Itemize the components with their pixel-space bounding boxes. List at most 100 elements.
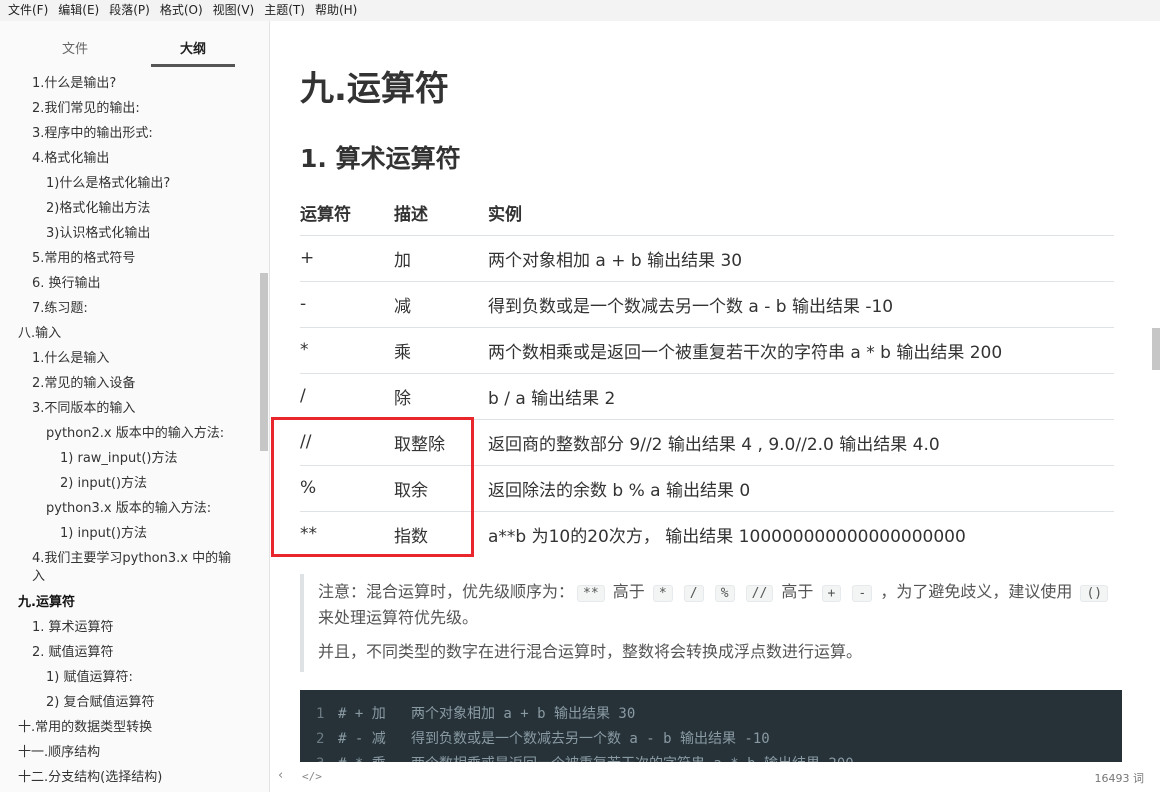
outline-item[interactable]: python2.x 版本中的输入方法:	[0, 421, 258, 446]
line-number: 2	[316, 731, 325, 747]
outline-item[interactable]: 2.我们常见的输出:	[0, 96, 258, 121]
table-cell: 两个数相乘或是返回一个被重复若干次的字符串 a * b 输出结果 200	[488, 326, 1114, 373]
table-row: * 乘两个数相乘或是返回一个被重复若干次的字符串 a * b 输出结果 200	[300, 326, 1114, 373]
note-text: 来处理运算符优先级。	[318, 608, 479, 627]
outline-item[interactable]: 2)格式化输出方法	[0, 196, 258, 221]
active-tab-indicator	[151, 64, 235, 67]
outline-item[interactable]: 6. 换行输出	[0, 271, 258, 296]
outline-item[interactable]: 1) raw_input()方法	[0, 446, 258, 471]
code-text: # + 加 两个对象相加 a + b 输出结果 30	[338, 706, 636, 722]
heading-2: 1. 算术运算符	[300, 144, 461, 173]
status-bar: ‹ </> 16493 词	[270, 762, 1160, 792]
inline-code: //	[745, 585, 774, 602]
outline-item[interactable]: 5.常用的格式符号	[0, 246, 258, 271]
line-number: 1	[316, 706, 325, 722]
outline-item[interactable]: 3.程序中的输出形式:	[0, 121, 258, 146]
menu-theme[interactable]: 主题(T)	[260, 0, 309, 21]
outline-item[interactable]: 1) input()方法	[0, 521, 258, 546]
line-number: 3	[316, 752, 338, 762]
outline-item[interactable]: python3.x 版本的输入方法:	[0, 496, 258, 521]
outline-item[interactable]: 3.不同版本的输入	[0, 396, 258, 421]
editor-content: 九.运算符 1. 算术运算符 运算符 描述 实例 + 加两个对象相加 a + b …	[270, 21, 1160, 762]
note-paragraph-2: 并且，不同类型的数字在进行混合运算时，整数将会转换成浮点数进行运算。	[318, 642, 863, 661]
table-cell: 两个对象相加 a + b 输出结果 30	[488, 234, 1114, 281]
table-row: - 减得到负数或是一个数减去另一个数 a - b 输出结果 -10	[300, 280, 1114, 327]
menu-paragraph[interactable]: 段落(P)	[105, 0, 154, 21]
table-cell: *	[300, 326, 394, 373]
code-line: 2 # - 减 得到负数或是一个数减去另一个数 a - b 输出结果 -10	[300, 727, 1122, 752]
editor-scrollbar[interactable]	[1152, 328, 1160, 370]
blockquote-note: 注意：混合运算时，优先级顺序为： ** 高于 * / % // 高于 + - ，为…	[300, 574, 1114, 672]
table-header-cell: 描述	[394, 205, 428, 226]
heading-1: 九.运算符	[300, 69, 449, 109]
note-paragraph: 注意：混合运算时，优先级顺序为： ** 高于 * / % // 高于 + - ，为…	[318, 574, 1114, 630]
table-cell: b / a 输出结果 2	[488, 372, 1114, 419]
table-header-row: 运算符 描述 实例	[300, 191, 1114, 235]
outline-item[interactable]: 1.什么是输入	[0, 346, 258, 371]
outline-item[interactable]: 八.输入	[0, 321, 258, 346]
note-text: 注意：混合运算时，优先级顺序为：	[318, 582, 575, 601]
outline-item[interactable]: 十.常用的数据类型转换	[0, 715, 258, 740]
code-line: 1 # + 加 两个对象相加 a + b 输出结果 30	[300, 702, 1122, 727]
menu-view[interactable]: 视图(V)	[209, 0, 259, 21]
outline-item[interactable]: 7.练习题:	[0, 296, 258, 321]
outline-list: 1.什么是输出? 2.我们常见的输出: 3.程序中的输出形式: 4.格式化输出 1)什么…	[0, 71, 258, 790]
inline-code: *	[652, 585, 673, 602]
table-cell: a**b 为10的20次方， 输出结果 10000000000000000000…	[488, 510, 1114, 557]
table-header-cell: 实例	[488, 205, 522, 226]
outline-item[interactable]: 2) 复合赋值运算符	[0, 690, 258, 715]
word-count[interactable]: 16493 词	[1095, 770, 1145, 786]
menu-bar: 文件(F) 编辑(E) 段落(P) 格式(O) 视图(V) 主题(T) 帮助(H…	[0, 0, 1160, 21]
table-cell: /	[300, 372, 394, 419]
source-code-icon[interactable]: </>	[302, 770, 322, 783]
table-row: + 加两个对象相加 a + b 输出结果 30	[300, 234, 1114, 281]
table-cell: 得到负数或是一个数减去另一个数 a - b 输出结果 -10	[488, 280, 1114, 327]
inline-code: %	[714, 585, 735, 602]
tab-files[interactable]: 文件	[62, 38, 88, 57]
table-cell: 返回除法的余数 b % a 输出结果 0	[488, 464, 1114, 511]
outline-item[interactable]: 4.格式化输出	[0, 146, 258, 171]
inline-code: -	[852, 585, 873, 602]
chevron-left-icon[interactable]: ‹	[278, 768, 283, 783]
note-text: 高于	[612, 582, 645, 601]
sidebar-scrollbar[interactable]	[260, 273, 268, 451]
code-block[interactable]: 1 # + 加 两个对象相加 a + b 输出结果 30 2 # - 减 得到负数或是…	[300, 690, 1122, 762]
code-text: # - 减 得到负数或是一个数减去另一个数 a - b 输出结果 -10	[338, 731, 770, 747]
outline-item[interactable]: 3)认识格式化输出	[0, 221, 258, 246]
outline-item[interactable]: 十二.分支结构(选择结构)	[0, 765, 258, 790]
sidebar: 文件 大纲 1.什么是输出? 2.我们常见的输出: 3.程序中的输出形式: 4.格式化…	[0, 21, 270, 792]
outline-item[interactable]: 十一.顺序结构	[0, 740, 258, 765]
table-cell: 除	[394, 372, 488, 419]
outline-item[interactable]: 1.什么是输出?	[0, 71, 258, 96]
inline-code: ()	[1080, 585, 1109, 602]
code-line: 3# * 乘 两个数相乘或是返回一个被重复若干次的字符串 a * b 输出结果 …	[300, 752, 1122, 762]
sidebar-tabs: 文件 大纲	[0, 21, 269, 69]
table-cell: 加	[394, 234, 488, 281]
menu-format[interactable]: 格式(O)	[156, 0, 207, 21]
menu-file[interactable]: 文件(F)	[4, 0, 52, 21]
inline-code: **	[577, 585, 605, 602]
table-cell: 返回商的整数部分 9//2 输出结果 4 , 9.0//2.0 输出结果 4.0	[488, 418, 1114, 465]
note-text: 高于	[781, 582, 814, 601]
table-row: / 除 b / a 输出结果 2	[300, 372, 1114, 419]
outline-item[interactable]: 1. 算术运算符	[0, 615, 258, 640]
table-cell: 乘	[394, 326, 488, 373]
inline-code: /	[683, 585, 704, 602]
tab-outline[interactable]: 大纲	[180, 38, 206, 57]
outline-item[interactable]: 2) input()方法	[0, 471, 258, 496]
red-highlight-box	[271, 417, 474, 557]
table-cell: +	[300, 234, 394, 281]
menu-edit[interactable]: 编辑(E)	[54, 0, 103, 21]
menu-help[interactable]: 帮助(H)	[311, 0, 361, 21]
outline-item[interactable]: 1) 赋值运算符:	[0, 665, 258, 690]
table-cell: 减	[394, 280, 488, 327]
outline-item[interactable]: 2. 赋值运算符	[0, 640, 258, 665]
outline-item[interactable]: 1)什么是格式化输出?	[0, 171, 258, 196]
table-cell: -	[300, 280, 394, 327]
outline-item[interactable]: 九.运算符	[0, 590, 258, 615]
note-text: ，为了避免歧义，建议使用	[880, 582, 1073, 601]
outline-item[interactable]: 2.常见的输入设备	[0, 371, 258, 396]
outline-item[interactable]: 4.我们主要学习python3.x 中的输入	[0, 546, 258, 590]
table-header-cell: 运算符	[300, 205, 351, 226]
inline-code: +	[821, 585, 842, 602]
